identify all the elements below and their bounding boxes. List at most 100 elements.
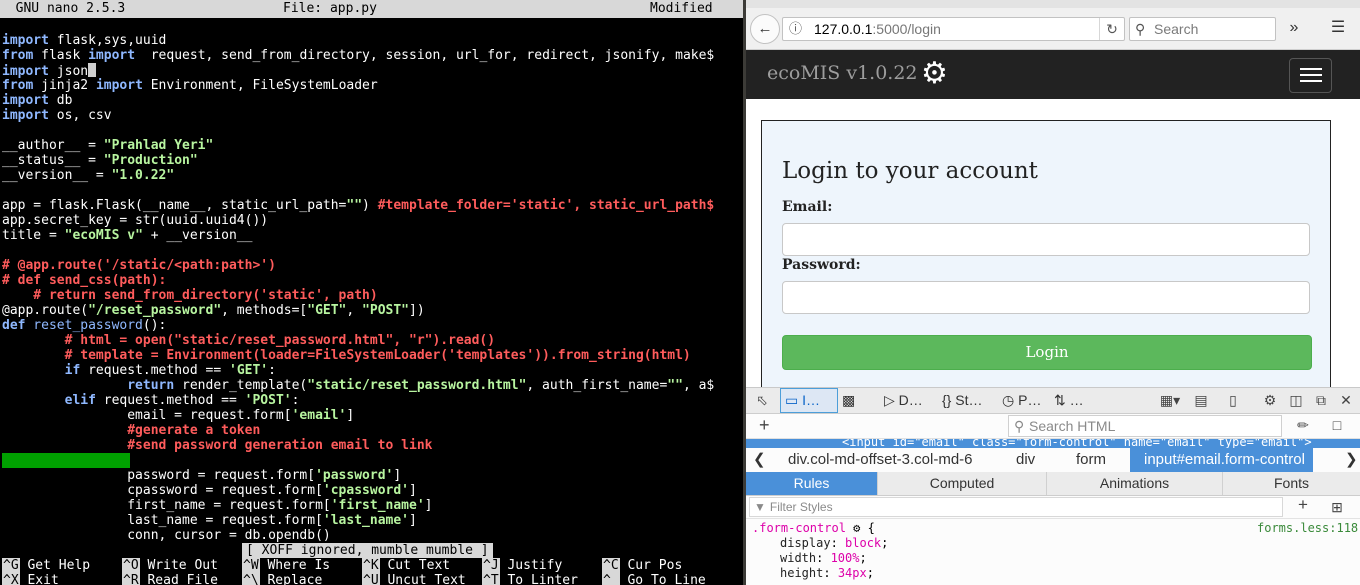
code-line: # html = open("static/reset_password.htm… xyxy=(2,333,496,348)
code-line: __status__ = "Production" xyxy=(2,153,198,168)
settings-gear-icon[interactable]: ⚙ xyxy=(1261,388,1279,413)
login-button[interactable]: Login xyxy=(782,335,1312,370)
close-icon[interactable]: ✕ xyxy=(1337,388,1355,413)
shortcut-write-out[interactable]: ^O Write Out xyxy=(122,558,218,573)
shortcut-to-linter[interactable]: ^T To Linter xyxy=(482,573,578,585)
tab-fonts[interactable]: Fonts xyxy=(1223,472,1360,495)
login-title: Login to your account xyxy=(782,158,1038,184)
performance-icon: ◷ xyxy=(1002,392,1015,408)
responsive-mode-icon[interactable]: ▯ xyxy=(1224,388,1242,413)
code-line: cpassword = request.form['cpassword'] xyxy=(2,483,417,498)
url-text: 127.0.0.1:5000/login xyxy=(814,21,941,37)
shortcut-replace[interactable]: ^\ Replace xyxy=(242,573,322,585)
nano-version: GNU nano 2.5.3 xyxy=(0,1,126,16)
tab-rules[interactable]: Rules xyxy=(746,472,878,495)
tab-console[interactable]: ▩ xyxy=(838,388,872,413)
shortcut-exit[interactable]: ^X Exit xyxy=(2,573,59,585)
tab-debugger[interactable]: ▷ D… xyxy=(880,388,934,413)
code-line: # template = Environment(loader=FileSyst… xyxy=(2,348,691,363)
email-field[interactable] xyxy=(782,223,1310,256)
layout-toggle-icon[interactable]: ▦▾ xyxy=(1158,388,1182,413)
rule-header: .form-control ⚙ { xyxy=(752,521,875,535)
overflow-chevron-icon[interactable]: » xyxy=(1282,17,1306,39)
dock-side-icon[interactable]: ◫ xyxy=(1287,388,1305,413)
browser-search-input[interactable]: ⚲ Search xyxy=(1129,17,1276,41)
screenshot-icon[interactable]: □ xyxy=(1328,414,1346,436)
rule-declaration[interactable]: width: 100%; xyxy=(780,551,867,566)
tab-style-editor[interactable]: {} St… xyxy=(938,388,994,413)
code-line: from flask import request, send_from_dir… xyxy=(2,48,715,63)
code-line: # return send_from_directory('static', p… xyxy=(2,288,378,303)
code-line: __author__ = "Prahlad Yeri" xyxy=(2,138,214,153)
filter-styles-input[interactable]: ▼ Filter Styles xyxy=(749,497,1283,517)
site-info-icon[interactable]: ⓘ xyxy=(789,18,802,40)
breadcrumb-back-icon[interactable]: ❮ xyxy=(753,448,766,472)
devtools-panel: ⬁ ▭ I… ▩ ▷ D… {} St… ◷ P… ⇅ … ▦▾ ▤ ▯ ⚙ ◫… xyxy=(746,387,1360,585)
page-content: Login to your account Email: Password: L… xyxy=(746,100,1360,422)
shortcut-cur-pos[interactable]: ^C Cur Pos xyxy=(602,558,682,573)
sidebar-tabbar: Rules Computed Animations Fonts xyxy=(746,472,1360,496)
reload-icon[interactable]: ↻ xyxy=(1099,18,1124,40)
shortcut-cut-text[interactable]: ^K Cut Text xyxy=(362,558,450,573)
url-bar[interactable]: ⓘ 127.0.0.1:5000/login ↻ xyxy=(782,17,1125,41)
style-editor-icon: {} xyxy=(942,392,952,408)
shortcut-get-help[interactable]: ^G Get Help xyxy=(2,558,90,573)
add-rule-icon[interactable]: + xyxy=(1294,494,1312,516)
console-icon: ▩ xyxy=(842,392,856,408)
rule-source-link[interactable]: forms.less:118 xyxy=(1257,521,1358,536)
breadcrumb-item[interactable]: div xyxy=(1016,448,1035,472)
tab-network[interactable]: ⇅ … xyxy=(1050,388,1100,413)
navbar-toggle-button[interactable] xyxy=(1289,58,1332,93)
code-line: password = request.form['password'] xyxy=(2,468,402,483)
devtools-tabbar: ⬁ ▭ I… ▩ ▷ D… {} St… ◷ P… ⇅ … ▦▾ ▤ ▯ ⚙ ◫… xyxy=(746,388,1360,414)
split-console-icon[interactable]: ▤ xyxy=(1192,388,1210,413)
tab-animations[interactable]: Animations xyxy=(1047,472,1223,495)
shortcut-read-file[interactable]: ^R Read File xyxy=(122,573,218,585)
menu-icon[interactable]: ☰ xyxy=(1326,17,1350,39)
shortcut-justify[interactable]: ^J Justify xyxy=(482,558,562,573)
network-icon: ⇅ xyxy=(1054,392,1066,408)
shortcut-uncut-text[interactable]: ^U Uncut Text xyxy=(362,573,466,585)
back-button[interactable]: ← xyxy=(750,14,780,44)
inspector-icon: ▭ xyxy=(785,392,799,408)
app-brand[interactable]: ecoMIS v1.0.22 xyxy=(767,62,918,84)
debugger-icon: ▷ xyxy=(884,392,895,408)
code-line: import db xyxy=(2,93,73,108)
breadcrumb: ❮ div.col-md-offset-3.col-md-6 div form … xyxy=(746,448,1360,473)
breadcrumb-forward-icon[interactable]: ❯ xyxy=(1345,448,1358,472)
filter-bar: ▼ Filter Styles + ⊞ xyxy=(746,494,1360,519)
shortcut-where-is[interactable]: ^W Where Is xyxy=(242,558,330,573)
toggle-pseudo-class-icon[interactable]: ⊞ xyxy=(1328,496,1346,518)
undock-icon[interactable]: ⧉ xyxy=(1312,388,1330,413)
text-cursor xyxy=(88,63,97,77)
tab-performance[interactable]: ◷ P… xyxy=(998,388,1048,413)
breadcrumb-item-selected[interactable]: input#email.form-control xyxy=(1130,448,1313,472)
whitespace-highlight xyxy=(2,453,130,468)
pick-element-icon[interactable]: ⬁ xyxy=(753,388,771,413)
code-line: #generate a token xyxy=(2,423,261,438)
rule-declaration[interactable]: display: block; xyxy=(780,536,888,551)
search-html-input[interactable]: ⚲ Search HTML xyxy=(1008,415,1282,437)
search-icon: ⚲ xyxy=(1135,21,1146,37)
browser-toolbar: ← ⓘ 127.0.0.1:5000/login ↻ ⚲ Search » ☰ xyxy=(746,0,1360,50)
code-line: from jinja2 import Environment, FileSyst… xyxy=(2,78,378,93)
code-line: import os, csv xyxy=(2,108,112,123)
gear-icon[interactable]: ⚙ xyxy=(853,521,860,535)
code-line: last_name = request.form['last_name'] xyxy=(2,513,417,528)
nano-terminal[interactable]: GNU nano 2.5.3 File: app.py Modified imp… xyxy=(0,0,743,585)
password-field[interactable] xyxy=(782,281,1310,314)
tab-inspector[interactable]: ▭ I… xyxy=(780,388,838,413)
tab-computed[interactable]: Computed xyxy=(878,472,1047,495)
add-node-icon[interactable]: + xyxy=(759,414,770,436)
hamburger-bar xyxy=(1300,80,1322,82)
breadcrumb-item[interactable]: div.col-md-offset-3.col-md-6 xyxy=(788,448,973,472)
code-line: # @app.route('/static/<path:path>') xyxy=(2,258,276,273)
markup-selected-node[interactable]: <input id="email" class="form-control" n… xyxy=(746,439,1360,448)
rule-declaration[interactable]: height: 34px; xyxy=(780,566,874,581)
gear-icon: ⚙ xyxy=(921,57,948,90)
eyedropper-icon[interactable]: ✏ xyxy=(1294,414,1312,436)
breadcrumb-item[interactable]: form xyxy=(1076,448,1106,472)
shortcut-go-to-line[interactable]: ^_ Go To Line xyxy=(602,573,706,585)
